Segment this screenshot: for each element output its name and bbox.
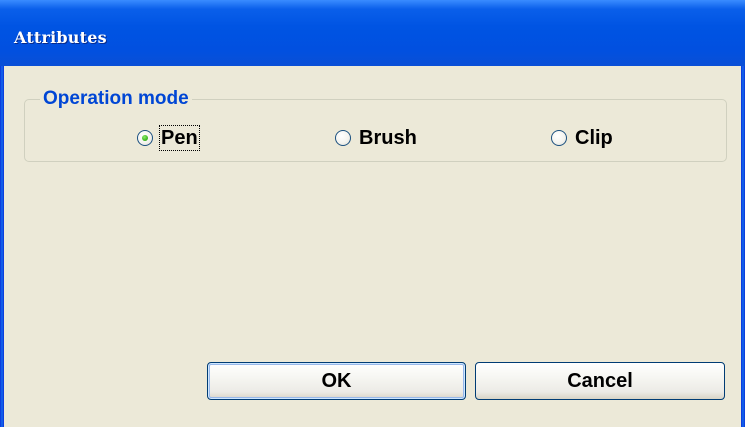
operation-mode-label: Operation mode [40, 87, 192, 111]
radio-button-icon[interactable] [335, 130, 351, 146]
cancel-button[interactable]: Cancel [475, 362, 725, 400]
radio-button-icon[interactable] [551, 130, 567, 146]
ok-button[interactable]: OK [207, 362, 466, 400]
radio-clip[interactable]: Clip [551, 122, 614, 154]
radio-brush[interactable]: Brush [335, 122, 418, 154]
window-frame-right [741, 66, 745, 427]
radio-brush-label[interactable]: Brush [358, 126, 418, 150]
radio-pen-label[interactable]: Pen [159, 125, 200, 151]
window-frame-left [0, 66, 4, 427]
radio-button-icon[interactable] [137, 130, 153, 146]
window-title: Attributes [14, 28, 107, 47]
radio-selected-dot [142, 135, 148, 141]
radio-clip-label[interactable]: Clip [574, 126, 614, 150]
radio-pen[interactable]: Pen [137, 122, 200, 154]
title-bar[interactable]: Attributes [0, 0, 745, 66]
attributes-dialog: Attributes Operation mode Pen Brush Clip… [0, 0, 745, 427]
